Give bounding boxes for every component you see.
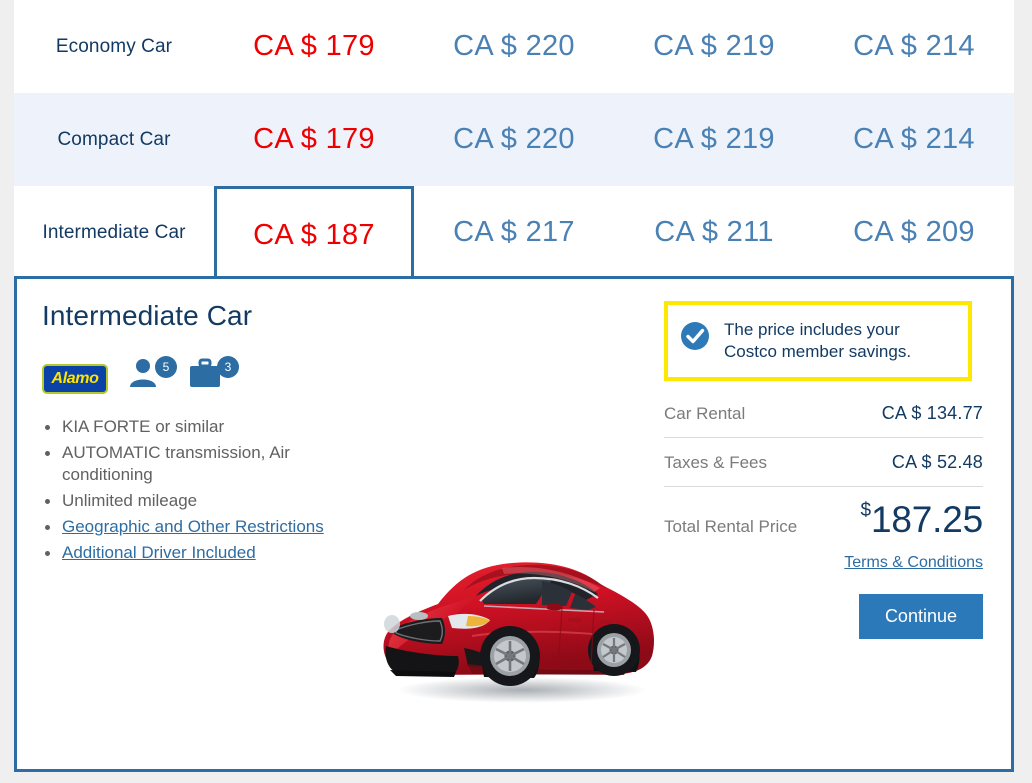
price-row-taxes-fees: Taxes & Fees CA $ 52.48	[664, 452, 983, 487]
feature-text: KIA FORTE or similar	[62, 416, 225, 436]
total-rental-price-label: Total Rental Price	[664, 517, 798, 536]
car-photo-kia-forte	[372, 544, 662, 714]
feature-text: AUTOMATIC transmission, Air conditioning	[62, 442, 290, 484]
luggage-count-badge: 3	[217, 355, 239, 378]
table-row: Intermediate Car CA $ 187 CA $ 217 CA $ …	[14, 186, 1014, 282]
row-label-compact: Compact Car	[57, 129, 171, 150]
rate-cell-economy-2[interactable]: CA $ 219	[614, 0, 814, 93]
rate-comparison-table: Economy Car CA $ 179 CA $ 220 CA $ 219 C…	[14, 0, 1014, 282]
rate-cell-economy-0[interactable]: CA $ 179	[214, 0, 414, 93]
rental-rate-screen: Economy Car CA $ 179 CA $ 220 CA $ 219 C…	[0, 0, 1032, 783]
rate-cell-intermediate-1[interactable]: CA $ 217	[414, 186, 614, 279]
price-row-car-rental: Car Rental CA $ 134.77	[664, 403, 983, 438]
alamo-logo-text: Alamo	[51, 369, 99, 387]
passenger-capacity: 5	[126, 355, 177, 394]
vendor-capacity-strip: Alamo 5 3	[42, 352, 652, 394]
rate-cell-economy-1[interactable]: CA $ 220	[414, 0, 614, 93]
row-label-economy: Economy Car	[55, 36, 173, 57]
rate-cell-intermediate-3[interactable]: CA $ 209	[814, 186, 1014, 279]
list-item-additional-driver: Additional Driver Included	[42, 542, 372, 564]
page-title: Intermediate Car	[42, 300, 253, 331]
detail-left-column: Intermediate Car Alamo 5 3 KIA FORTE or …	[17, 279, 654, 769]
car-rental-value: CA $ 134.77	[881, 403, 983, 423]
terms-link-container: Terms & Conditions	[664, 554, 983, 572]
geographic-restrictions-link[interactable]: Geographic and Other Restrictions	[62, 517, 324, 536]
list-item-restrictions: Geographic and Other Restrictions	[42, 516, 372, 538]
terms-and-conditions-link[interactable]: Terms & Conditions	[844, 554, 983, 571]
continue-button-container: Continue	[664, 594, 983, 639]
additional-driver-link[interactable]: Additional Driver Included	[62, 543, 256, 562]
taxes-fees-label: Taxes & Fees	[664, 453, 767, 472]
car-rental-label: Car Rental	[664, 404, 746, 423]
price-row-total: Total Rental Price $187.25	[664, 501, 983, 538]
rate-cell-compact-3[interactable]: CA $ 214	[814, 93, 1014, 186]
rate-cell-intermediate-2[interactable]: CA $ 211	[614, 186, 814, 279]
table-row: Compact Car CA $ 179 CA $ 220 CA $ 219 C…	[14, 93, 1014, 186]
detail-right-column: The price includes your Costco member sa…	[652, 279, 1011, 769]
costco-savings-notice: The price includes your Costco member sa…	[664, 301, 972, 381]
currency-symbol: $	[860, 500, 872, 521]
taxes-fees-value: CA $ 52.48	[891, 452, 983, 472]
total-rental-price-value: $187.25	[860, 501, 983, 538]
list-item-transmission: AUTOMATIC transmission, Air conditioning	[42, 442, 372, 486]
continue-button[interactable]: Continue	[858, 594, 983, 639]
costco-savings-text: The price includes your Costco member sa…	[724, 320, 912, 361]
rate-cell-compact-1[interactable]: CA $ 220	[414, 93, 614, 186]
feature-text: Unlimited mileage	[62, 490, 198, 510]
person-icon	[126, 355, 160, 394]
rate-cell-intermediate-0-selected[interactable]: CA $ 187	[214, 186, 414, 282]
luggage-capacity: 3	[188, 355, 239, 394]
rate-cell-economy-3[interactable]: CA $ 214	[814, 0, 1014, 93]
check-circle-icon	[680, 321, 710, 351]
list-item-mileage: Unlimited mileage	[42, 490, 372, 512]
total-amount-number: 187.25	[871, 499, 983, 540]
rate-cell-compact-2[interactable]: CA $ 219	[614, 93, 814, 186]
row-label-intermediate: Intermediate Car	[42, 222, 186, 243]
list-item-vehicle-model: KIA FORTE or similar	[42, 416, 372, 438]
feature-list: KIA FORTE or similar AUTOMATIC transmiss…	[42, 416, 372, 564]
car-detail-panel: Intermediate Car Alamo 5 3 KIA FORTE or …	[14, 276, 1014, 772]
passenger-count-badge: 5	[155, 355, 177, 378]
rate-cell-compact-0[interactable]: CA $ 179	[214, 93, 414, 186]
alamo-logo: Alamo	[42, 363, 108, 394]
table-row: Economy Car CA $ 179 CA $ 220 CA $ 219 C…	[14, 0, 1014, 93]
